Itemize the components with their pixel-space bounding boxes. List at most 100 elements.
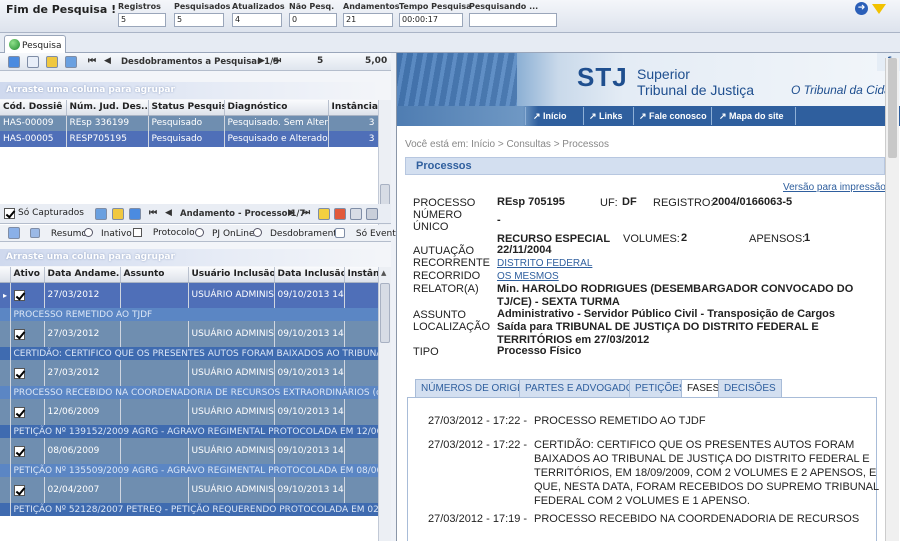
grid-icon[interactable] xyxy=(65,56,77,68)
prev-record-icon[interactable]: ◀ xyxy=(104,56,111,66)
col-usuario-inclusao[interactable]: Usuário Inclusão xyxy=(188,267,275,283)
col-assunto[interactable]: Assunto xyxy=(120,267,189,283)
tab-partes-e-advogados[interactable]: PARTES E ADVOGADOS xyxy=(519,379,647,397)
usuario-cell: USUÁRIO ADMINIS... xyxy=(188,477,275,503)
scroll-up-icon[interactable]: ▲ xyxy=(381,269,386,277)
last-record-icon[interactable]: ⏭ xyxy=(302,208,310,218)
delete-icon[interactable] xyxy=(334,208,346,220)
table-row-detail[interactable]: PROCESSO RECEBIDO NA COORDENADORIA DE RE… xyxy=(0,386,378,399)
filter-icon[interactable] xyxy=(872,4,886,14)
table-row[interactable]: 02/04/2007 USUÁRIO ADMINIS... 09/10/2013 1… xyxy=(0,477,378,503)
menu-mapa-do-site[interactable]: ↗ Mapa do site xyxy=(719,111,784,122)
table-row[interactable]: ▸ 27/03/2012 USUÁRIO ADMINIS... 09/10/2013 … xyxy=(0,282,378,308)
next-record-icon[interactable]: ▶ xyxy=(288,208,295,218)
table-row-detail[interactable]: CERTIDÃO: CERTIFICO QUE OS PRESENTES AUT… xyxy=(0,347,378,360)
radio-icon xyxy=(195,228,204,237)
stj-logo[interactable]: STJ xyxy=(577,62,628,93)
col-instancia[interactable]: Instância xyxy=(328,100,379,116)
table-row-detail[interactable]: PETIÇÃO Nº 135509/2009 AGRG - AGRAVO REG… xyxy=(0,464,378,477)
last-record-icon[interactable]: ⏭ xyxy=(273,56,281,66)
table-icon[interactable] xyxy=(129,208,141,220)
browser-scrollbar[interactable] xyxy=(885,58,899,541)
col-num-jud[interactable]: Núm. Jud. Des... xyxy=(66,100,149,116)
menu-inicio[interactable]: ↗ Início xyxy=(533,111,567,122)
print-version-link[interactable]: Versão para impressão xyxy=(783,182,886,193)
table-row-detail[interactable]: PETIÇÃO Nº 52128/2007 PETREQ - PETIÇÃO R… xyxy=(0,503,378,516)
radio-icon xyxy=(84,228,93,237)
edit-icon[interactable] xyxy=(350,208,362,220)
data-inclusao-cell: 09/10/2013 14... xyxy=(274,477,345,503)
option-inativo[interactable]: Inativo xyxy=(84,228,140,239)
andamento-detail-text: CERTIDÃO: CERTIFICO QUE OS PRESENTES AUT… xyxy=(10,347,378,360)
ativo-checkbox[interactable] xyxy=(10,438,45,464)
menu-fale-conosco[interactable]: ↗ Fale conosco xyxy=(639,111,707,122)
data-andamento-cell: 27/03/2012 xyxy=(44,321,121,347)
first-record-icon[interactable]: ⏮ xyxy=(149,208,157,218)
copy-icon[interactable] xyxy=(366,208,378,220)
data-inclusao-cell: 09/10/2013 14... xyxy=(274,438,345,464)
instancia-cell xyxy=(344,438,378,464)
so-capturados-label: Só Capturados xyxy=(18,208,84,218)
group-hint-2[interactable]: Arraste uma coluna para agrupar xyxy=(0,249,380,266)
checkbox-icon xyxy=(13,445,25,457)
processo-value: REsp 705195 xyxy=(497,196,565,208)
ativo-checkbox[interactable] xyxy=(10,282,45,308)
table-row[interactable]: 12/06/2009 USUÁRIO ADMINIS... 09/10/2013 1… xyxy=(0,399,378,425)
checkbox-icon xyxy=(133,228,142,237)
grid2-scrollbar[interactable]: ▲ xyxy=(378,267,391,541)
relator-value-line2: TJ/CE) - SEXTA TURMA xyxy=(497,296,620,308)
so-capturados-checkbox[interactable] xyxy=(4,208,15,220)
recorrente-link[interactable]: DISTRITO FEDERAL xyxy=(497,258,592,269)
table-row[interactable]: 08/06/2009 USUÁRIO ADMINIS... 09/10/2013 1… xyxy=(0,438,378,464)
instancia-cell xyxy=(344,477,378,503)
apensos-value: 1 xyxy=(804,232,811,244)
prev-record-icon[interactable]: ◀ xyxy=(165,208,172,218)
ativo-checkbox[interactable] xyxy=(10,399,45,425)
refresh-icon[interactable] xyxy=(8,56,20,68)
fases-panel: 27/03/2012 - 17:22 - PROCESSO REMETIDO A… xyxy=(407,397,879,541)
assunto-cell xyxy=(120,360,189,386)
grid-icon[interactable] xyxy=(95,208,107,220)
tab-decisoes[interactable]: DECISÕES xyxy=(718,379,782,397)
col-status[interactable]: Status Pesquisa xyxy=(148,100,225,116)
table-row[interactable]: 27/03/2012 USUÁRIO ADMINIS... 09/10/2013 1… xyxy=(0,360,378,386)
ativo-checkbox[interactable] xyxy=(10,360,45,386)
table-row[interactable]: HAS-00005 RESP705195 Pesquisado Pesquisa… xyxy=(0,131,379,147)
checkbox-icon xyxy=(13,289,25,301)
grid2-scroll-thumb[interactable] xyxy=(380,283,390,343)
menu-links[interactable]: ↗ Links xyxy=(589,111,623,122)
uf-value: DF xyxy=(622,196,637,208)
search-stats-bar: Fim de Pesquisa ! Registros 5 Pesquisado… xyxy=(0,0,900,33)
folder-icon[interactable] xyxy=(112,208,124,220)
desdobramentos-counter: Desdobramentos a Pesquisar 1/5 xyxy=(121,57,280,67)
col-data-inclusao[interactable]: Data Inclusão xyxy=(274,267,345,283)
next-record-icon[interactable]: ▶ xyxy=(258,56,265,66)
row-indicator: ▸ xyxy=(0,282,11,308)
option-protocolo[interactable]: Protocolo xyxy=(133,228,203,238)
group-hint-1[interactable]: Arraste uma coluna para agrupar xyxy=(0,82,380,99)
folder-icon[interactable] xyxy=(46,56,58,68)
table-row-detail[interactable]: PROCESSO REMETIDO AO TJDF xyxy=(0,308,378,321)
search-icon[interactable] xyxy=(27,56,39,68)
ativo-checkbox[interactable] xyxy=(10,477,45,503)
instancia-cell xyxy=(344,321,378,347)
table-row[interactable]: 27/03/2012 USUÁRIO ADMINIS... 09/10/2013 1… xyxy=(0,321,378,347)
col-data-andamento[interactable]: Data Andame... xyxy=(44,267,121,283)
col-diagnostico[interactable]: Diagnóstico xyxy=(224,100,329,116)
browser-scroll-thumb[interactable] xyxy=(888,58,897,158)
arrow-right-icon[interactable]: ➜ xyxy=(855,2,868,15)
col-cod-dossie[interactable]: Cód. Dossiê xyxy=(0,100,67,116)
table-row[interactable]: HAS-00009 REsp 336199 Pesquisado Pesquis… xyxy=(0,115,379,131)
assunto-cell xyxy=(120,282,189,308)
table-row-detail[interactable]: PETIÇÃO Nº 139152/2009 AGRG - AGRAVO REG… xyxy=(0,425,378,438)
col-instancia[interactable]: Instância xyxy=(344,267,378,283)
settings-icon[interactable] xyxy=(8,227,20,239)
col-ativo[interactable]: Ativo xyxy=(10,267,45,283)
andamento-options: Resumo Inativo Protocolo PJ OnLine Desdo… xyxy=(0,225,401,242)
first-record-icon[interactable]: ⏮ xyxy=(88,56,96,66)
tab-pesquisa[interactable]: Pesquisa xyxy=(4,35,66,54)
assunto-cell xyxy=(120,399,189,425)
recorrido-link[interactable]: OS MESMOS xyxy=(497,271,559,282)
add-icon[interactable] xyxy=(318,208,330,220)
ativo-checkbox[interactable] xyxy=(10,321,45,347)
